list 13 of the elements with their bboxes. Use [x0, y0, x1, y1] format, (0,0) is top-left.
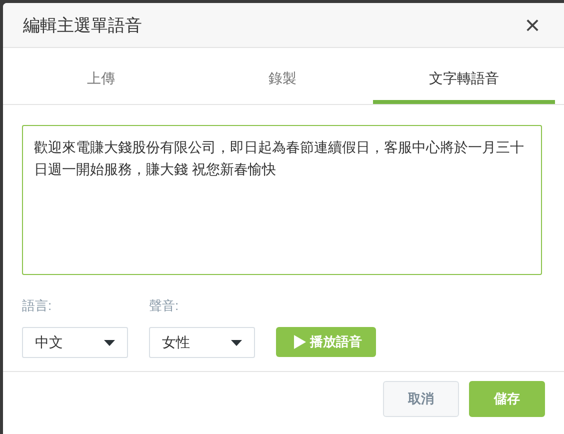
language-dropdown[interactable]: 中文 [22, 327, 128, 358]
caret-icon [231, 340, 242, 346]
voice-dropdown[interactable]: 女性 [149, 327, 255, 358]
tab[interactable]: 文字轉語音 [373, 48, 556, 104]
play-icon [294, 335, 306, 349]
dialog-title: 編輯主選單語音 [23, 14, 142, 36]
text-input[interactable]: 歡迎來電賺大錢股份有限公司，即日起為春節連續假日，客服中心將於一月三十日週一開始服務，賺大錢 祝您新春愉快 [22, 125, 542, 275]
field-label: 語言: [22, 297, 53, 315]
close-button[interactable]: × [520, 12, 544, 38]
field-label: 聲音: [149, 297, 180, 315]
tab[interactable]: 上傳 [10, 48, 192, 104]
tab[interactable]: 錄製 [192, 48, 374, 104]
caret-icon [104, 340, 115, 346]
